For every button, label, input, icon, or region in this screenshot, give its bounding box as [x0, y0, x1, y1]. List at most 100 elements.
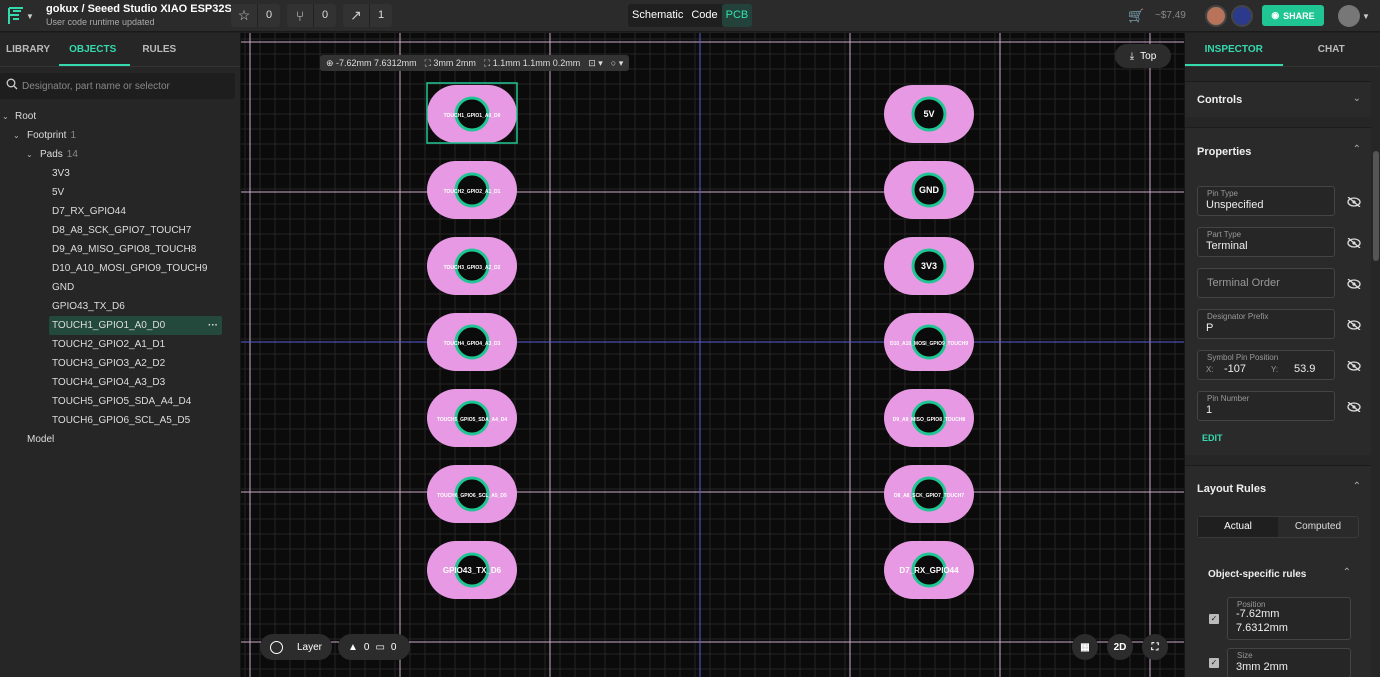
tree-item-pad[interactable]: TOUCH5_GPIO5_SDA_A4_D4 [0, 392, 241, 411]
fork-button[interactable]: ⑂ 0 [287, 4, 337, 27]
star-button[interactable]: ☆ 0 [231, 4, 281, 27]
tree-item-pad[interactable]: GPIO43_TX_D6 [0, 297, 241, 316]
view-2d-button[interactable]: 2D [1107, 634, 1133, 660]
chevron-down-icon[interactable]: ⌄ [1353, 93, 1361, 104]
tab-code[interactable]: Code [687, 4, 721, 27]
tab-actual[interactable]: Actual [1198, 517, 1278, 537]
more-options-icon[interactable]: ··· [208, 316, 218, 335]
owner-name[interactable]: gokux [46, 3, 78, 15]
status-subtitle: User code runtime updated [46, 17, 155, 27]
tree-item-pad[interactable]: 3V3 [0, 164, 241, 183]
tree-item-footprint[interactable]: ⌄ Footprint 1 [0, 126, 241, 145]
tab-objects[interactable]: OBJECTS [59, 33, 131, 66]
chevron-down-icon[interactable]: ⌄ [13, 126, 20, 145]
position-rule-checkbox[interactable]: ✓ [1209, 614, 1219, 624]
tree-item-model[interactable]: Model [0, 430, 241, 449]
tree-item-pads[interactable]: ⌄ Pads 14 [0, 145, 241, 164]
collaborator-avatar[interactable] [1205, 5, 1227, 27]
pcb-canvas[interactable]: TOUCH1_GPIO1_A0_D0 TOUCH2_GPIO2_A1_D1 TOUC… [241, 33, 1184, 677]
size-rule-checkbox[interactable]: ✓ [1209, 658, 1219, 668]
pin-type-field[interactable]: Pin Type Unspecified [1197, 186, 1335, 216]
tree-item-pad[interactable]: TOUCH3_GPIO3_A2_D2 [0, 354, 241, 373]
position-rule-field[interactable]: Position -7.62mm 7.6312mm [1227, 597, 1351, 640]
pcb-board[interactable]: TOUCH1_GPIO1_A0_D0 TOUCH2_GPIO2_A1_D1 TOUC… [241, 33, 1184, 677]
tab-computed[interactable]: Computed [1278, 517, 1358, 537]
chevron-up-icon[interactable]: ⌃ [1353, 144, 1361, 155]
tree-item-pad[interactable]: D7_RX_GPIO44 [0, 202, 241, 221]
tree-label: TOUCH3_GPIO3_A2_D2 [52, 358, 166, 369]
pad-label: TOUCH6_GPIO6_SCL_A5_D5 [437, 493, 507, 499]
visibility-off-icon[interactable] [1347, 197, 1361, 207]
chevron-up-icon[interactable]: ⌃ [1353, 481, 1361, 492]
pad-label: TOUCH2_GPIO2_A1_D1 [444, 189, 501, 195]
tab-library[interactable]: LIBRARY [0, 33, 59, 66]
fullscreen-button[interactable]: ⛶ [1142, 634, 1168, 660]
part-type-field[interactable]: Part Type Terminal [1197, 227, 1335, 257]
user-avatar[interactable] [1338, 5, 1360, 27]
cart-icon[interactable]: 🛒 [1128, 8, 1144, 24]
top-view-button[interactable]: ⤓ Top [1115, 44, 1171, 68]
tab-schematic[interactable]: Schematic [628, 4, 687, 27]
tree-item-pad[interactable]: D9_A9_MISO_GPIO8_TOUCH8 [0, 240, 241, 259]
grid-toggle-button[interactable]: ▦ [1072, 634, 1098, 660]
fork-icon: ⑂ [295, 7, 305, 24]
tree-item-pad[interactable]: GND [0, 278, 241, 297]
pin-number-field[interactable]: Pin Number 1 [1197, 391, 1335, 421]
size-rule-field[interactable]: Size 3mm 2mm [1227, 648, 1351, 677]
tab-rules[interactable]: RULES [130, 33, 185, 66]
comment-count: 0 [390, 641, 397, 653]
chevron-up-icon[interactable]: ⌃ [1343, 567, 1351, 578]
visibility-off-icon[interactable] [1347, 279, 1361, 289]
chevron-down-icon[interactable]: ⌄ [26, 145, 33, 164]
x-value[interactable]: -107 [1224, 363, 1246, 375]
user-menu-caret-icon[interactable]: ▼ [1362, 12, 1370, 21]
terminal-order-field[interactable]: Terminal Order [1197, 268, 1335, 298]
tree-label: TOUCH2_GPIO2_A1_D1 [52, 339, 166, 350]
tree-item-pad[interactable]: TOUCH2_GPIO2_A1_D1 [0, 335, 241, 354]
tree-item-pad[interactable]: D10_A10_MOSI_GPIO9_TOUCH9 [0, 259, 241, 278]
app-logo-icon[interactable] [6, 5, 28, 27]
trend-icon: ↗ [350, 7, 362, 23]
project-title[interactable]: gokux / Seeed Studio XIAO ESP32S3 [46, 3, 238, 15]
edit-button[interactable]: EDIT [1202, 433, 1223, 443]
tab-pcb[interactable]: PCB [721, 4, 753, 27]
share-button[interactable]: ◉ SHARE [1262, 5, 1324, 26]
tree-label: TOUCH5_GPIO5_SDA_A4_D4 [52, 396, 192, 407]
search-input[interactable] [22, 73, 232, 99]
star-icon: ☆ [237, 7, 251, 23]
tree-label: 3V3 [52, 168, 70, 179]
tree-item-pad[interactable]: TOUCH1_GPIO1_A0_D0 ··· [49, 316, 222, 335]
tab-inspector[interactable]: INSPECTOR [1185, 33, 1283, 66]
scrollbar-thumb[interactable] [1373, 151, 1379, 261]
tree-item-root[interactable]: ⌄ Root [0, 107, 241, 126]
visibility-off-icon[interactable] [1347, 320, 1361, 330]
fullscreen-icon: ⛶ [1151, 641, 1159, 653]
designator-prefix-field[interactable]: Designator Prefix P [1197, 309, 1335, 339]
controls-section[interactable]: Controls ⌄ [1185, 81, 1371, 117]
project-name[interactable]: Seeed Studio XIAO ESP32S3 [88, 3, 238, 15]
shape-dropdown[interactable]: ○ ▾ [611, 58, 623, 69]
tree-count: 1 [70, 130, 77, 141]
tree-item-pad[interactable]: TOUCH4_GPIO4_A3_D3 [0, 373, 241, 392]
chevron-down-icon[interactable]: ⌄ [2, 107, 9, 126]
layer-button[interactable]: Layer [260, 634, 332, 660]
tree-item-pad[interactable]: 5V [0, 183, 241, 202]
visibility-off-icon[interactable] [1347, 402, 1361, 412]
visibility-off-icon[interactable] [1347, 361, 1361, 371]
issues-button[interactable]: ▲ 0 ▭ 0 [338, 634, 410, 660]
menu-caret-icon[interactable]: ▼ [26, 12, 34, 21]
properties-heading: Properties [1197, 146, 1252, 158]
collaborator-avatar-2[interactable] [1231, 5, 1253, 27]
pad-label: TOUCH1_GPIO1_A0_D0 [444, 113, 501, 119]
trend-button[interactable]: ↗ 1 [343, 4, 393, 27]
object-rules-heading: Object-specific rules [1208, 569, 1307, 580]
visibility-off-icon[interactable] [1347, 238, 1361, 248]
tree-item-pad[interactable]: TOUCH6_GPIO6_SCL_A5_D5 [0, 411, 241, 430]
layer-dropdown[interactable]: ⊡ ▾ [588, 58, 603, 69]
symbol-pin-position-field[interactable]: Symbol Pin Position X: -107 Y: 53.9 [1197, 350, 1335, 380]
tab-chat[interactable]: CHAT [1283, 33, 1380, 66]
tree-item-pad[interactable]: D8_A8_SCK_GPIO7_TOUCH7 [0, 221, 241, 240]
y-value[interactable]: 53.9 [1294, 363, 1315, 375]
pad-label: TOUCH5_GPIO5_SDA_A4_D4 [437, 417, 507, 423]
eye-icon: ◉ [1271, 10, 1280, 20]
